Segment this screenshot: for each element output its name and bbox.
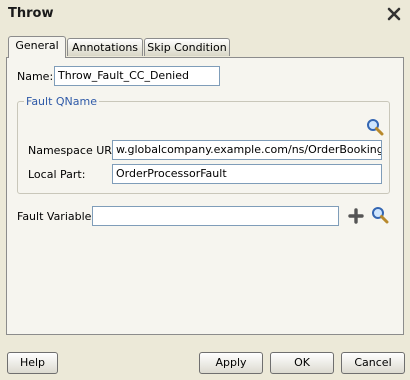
cancel-button[interactable]: Cancel [341, 352, 405, 374]
namespace-uri-input[interactable]: w.globalcompany.example.com/ns/OrderBook… [112, 140, 382, 160]
tab-general[interactable]: General [8, 36, 66, 58]
fault-qname-legend: Fault QName [24, 95, 100, 108]
tab-skip-condition[interactable]: Skip Condition [144, 38, 230, 56]
local-part-label: Local Part: [28, 168, 86, 181]
dialog-title: Throw [8, 6, 54, 21]
fault-variable-label: Fault Variable: [17, 210, 96, 223]
close-icon[interactable] [386, 6, 402, 22]
search-icon[interactable] [366, 118, 384, 136]
name-input[interactable]: Throw_Fault_CC_Denied [54, 66, 220, 86]
help-button[interactable]: Help [7, 352, 58, 374]
local-part-input[interactable]: OrderProcessorFault [112, 164, 382, 184]
namespace-uri-label: Namespace URI: [28, 144, 119, 157]
apply-button[interactable]: Apply [199, 352, 263, 374]
fault-variable-input[interactable] [92, 206, 339, 226]
add-icon[interactable] [347, 207, 365, 225]
search-icon[interactable] [371, 206, 389, 224]
ok-button[interactable]: OK [270, 352, 334, 374]
tab-annotations[interactable]: Annotations [67, 38, 143, 56]
name-label: Name: [17, 70, 54, 83]
